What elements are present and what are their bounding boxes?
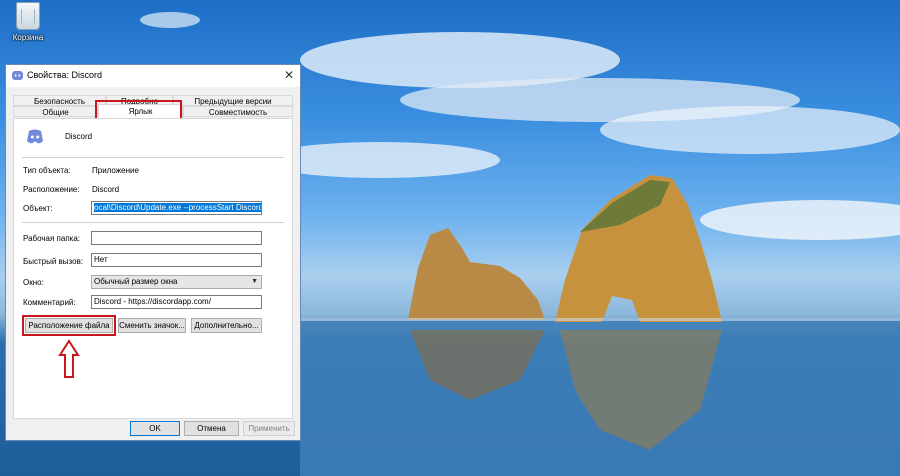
tab-previous-versions[interactable]: Предыдущие версии bbox=[173, 95, 293, 106]
shortcut-panel: Discord Тип объекта: Приложение Располож… bbox=[13, 118, 293, 419]
comment-input[interactable]: Discord - https://discordapp.com/ bbox=[91, 295, 262, 309]
window-value: Обычный размер окна bbox=[94, 277, 178, 286]
recycle-bin-shortcut[interactable]: Корзина bbox=[6, 2, 50, 42]
type-label: Тип объекта: bbox=[23, 166, 71, 175]
recycle-bin-label: Корзина bbox=[12, 33, 44, 42]
chevron-down-icon: ▼ bbox=[251, 278, 258, 285]
workdir-input[interactable] bbox=[91, 231, 262, 245]
discord-icon bbox=[12, 71, 23, 80]
hotkey-input[interactable]: Нет bbox=[91, 253, 262, 267]
dialog-titlebar[interactable]: Свойства: Discord ✕ bbox=[6, 65, 300, 87]
recycle-bin-icon bbox=[16, 2, 40, 30]
app-name: Discord bbox=[65, 132, 93, 141]
arrow-up-icon bbox=[58, 339, 80, 378]
properties-dialog: Свойства: Discord ✕ Безопасность Подробн… bbox=[5, 64, 301, 441]
hotkey-label: Быстрый вызов: bbox=[23, 257, 84, 266]
target-value: ocal\Discord\Update.exe --processStart D… bbox=[94, 203, 261, 212]
window-label: Окно: bbox=[23, 278, 44, 287]
cancel-button[interactable]: Отмена bbox=[184, 421, 239, 436]
location-button-highlight-box bbox=[22, 315, 116, 336]
ok-button[interactable]: OK bbox=[130, 421, 180, 436]
advanced-button[interactable]: Дополнительно... bbox=[191, 318, 262, 333]
discord-logo-icon bbox=[27, 129, 43, 144]
window-select[interactable]: Обычный размер окна ▼ bbox=[91, 275, 262, 289]
tab-security[interactable]: Безопасность bbox=[13, 95, 106, 106]
change-icon-button[interactable]: Сменить значок... bbox=[118, 318, 186, 333]
separator bbox=[22, 222, 284, 223]
tab-general[interactable]: Общие bbox=[13, 106, 98, 117]
dialog-body: Безопасность Подробно Предыдущие версии … bbox=[6, 87, 300, 440]
comment-label: Комментарий: bbox=[23, 298, 76, 307]
separator bbox=[22, 157, 284, 158]
tab-compatibility[interactable]: Совместимость bbox=[183, 106, 293, 117]
type-value: Приложение bbox=[92, 166, 139, 175]
target-input[interactable]: ocal\Discord\Update.exe --processStart D… bbox=[91, 201, 262, 215]
dialog-title: Свойства: Discord bbox=[27, 70, 103, 80]
close-icon[interactable]: ✕ bbox=[284, 68, 294, 82]
target-label: Объект: bbox=[23, 204, 53, 213]
workdir-label: Рабочая папка: bbox=[23, 234, 81, 243]
location-label: Расположение: bbox=[23, 185, 80, 194]
location-value: Discord bbox=[92, 185, 120, 194]
apply-button[interactable]: Применить bbox=[243, 421, 295, 436]
